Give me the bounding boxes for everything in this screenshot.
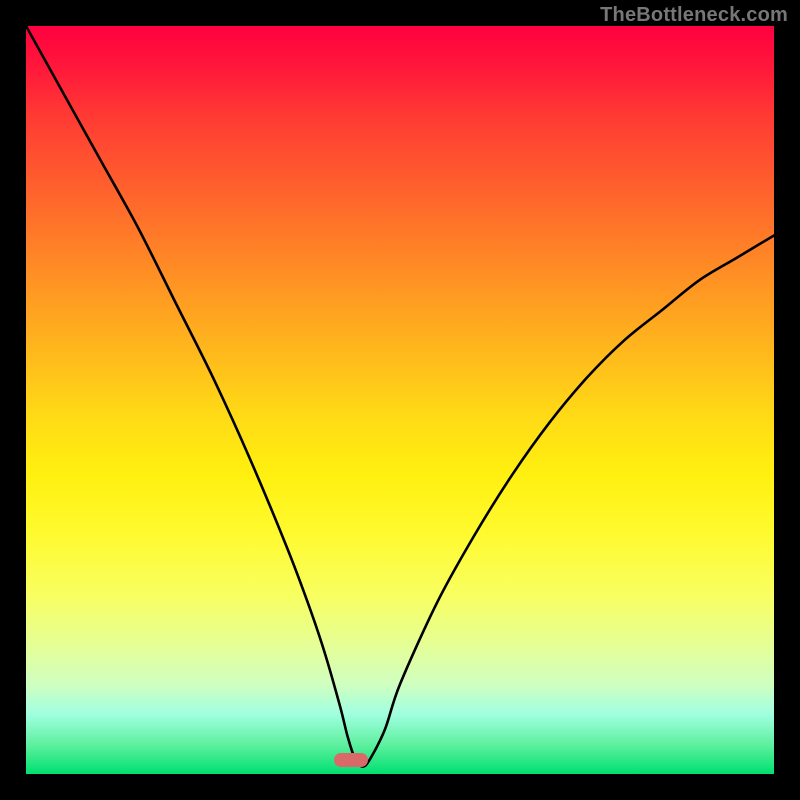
plot-area <box>26 26 774 774</box>
optimal-marker <box>334 753 368 767</box>
chart-frame: TheBottleneck.com <box>0 0 800 800</box>
watermark-text: TheBottleneck.com <box>600 4 788 27</box>
bottleneck-curve <box>26 26 774 774</box>
